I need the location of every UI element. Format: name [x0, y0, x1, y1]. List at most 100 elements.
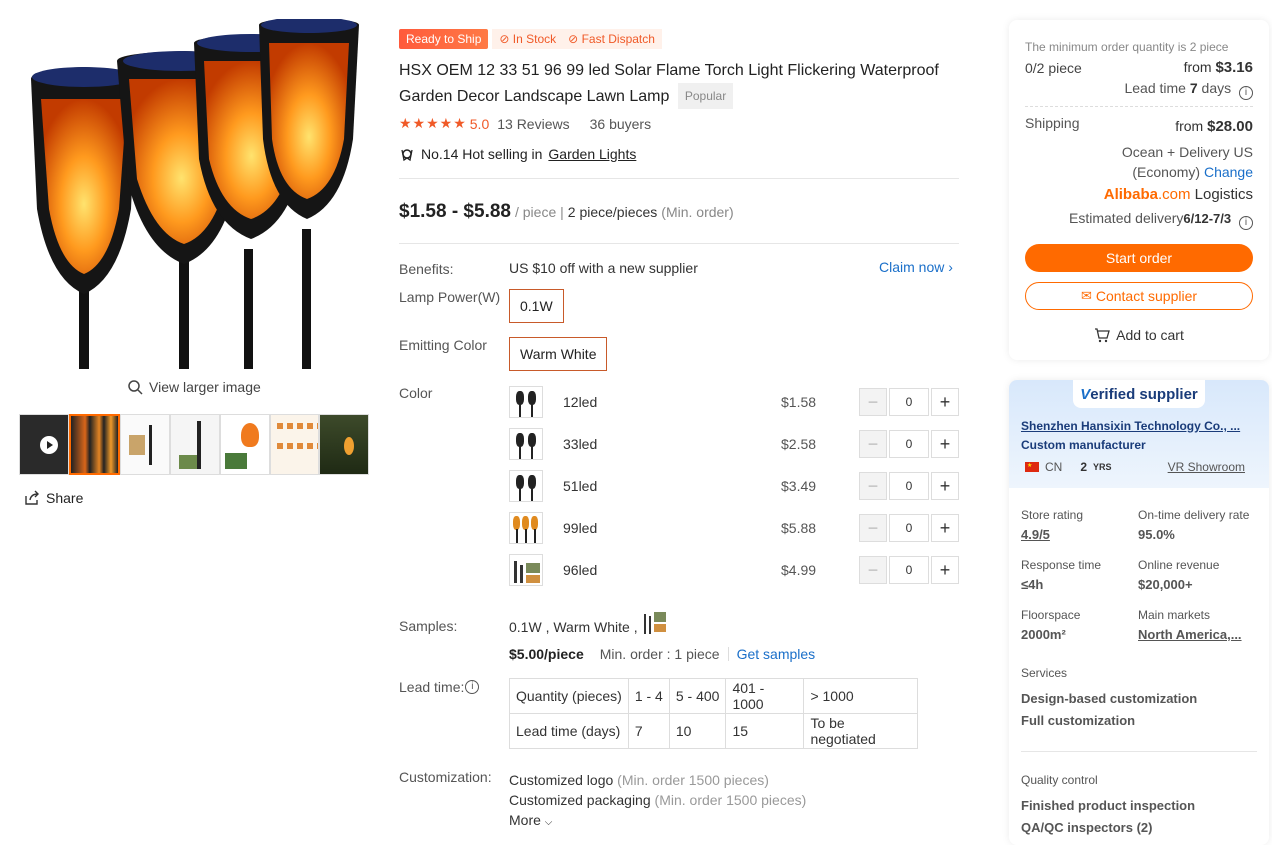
- thumbnail-variants[interactable]: [269, 414, 320, 475]
- start-order-button[interactable]: Start order: [1025, 244, 1253, 272]
- variant-thumbnail[interactable]: [509, 470, 543, 502]
- services-label: Services: [1021, 666, 1068, 680]
- decrement-button[interactable]: −: [859, 556, 887, 584]
- badge-row: Ready to Ship ⊘ In Stock ⊘ Fast Dispatch: [399, 29, 959, 49]
- thumbnail-flame[interactable]: [219, 414, 270, 475]
- variant-thumbnail[interactable]: [509, 428, 543, 460]
- table-cell: 7: [627, 713, 670, 749]
- color-label: Color: [399, 385, 433, 401]
- from-label: from: [1175, 118, 1204, 134]
- shipping-label: Shipping: [1025, 115, 1080, 131]
- divider: [399, 243, 959, 244]
- customization-label: Customization:: [399, 769, 492, 785]
- emitting-color-label: Emitting Color: [399, 337, 487, 353]
- decrement-button[interactable]: −: [859, 472, 887, 500]
- claim-now-link[interactable]: Claim now ›: [879, 259, 953, 275]
- vr-showroom-link[interactable]: VR Showroom: [1168, 460, 1245, 474]
- decrement-button[interactable]: −: [859, 430, 887, 458]
- star-rating-icons: ★★★★★: [399, 115, 467, 131]
- info-icon[interactable]: i: [1239, 216, 1253, 230]
- share-button[interactable]: Share: [24, 490, 83, 506]
- stat-label: Main markets: [1138, 608, 1211, 622]
- logistics-label: Logistics: [1194, 186, 1253, 203]
- video-thumbnail[interactable]: [19, 414, 69, 475]
- thumbnail-assembly[interactable]: [120, 414, 171, 475]
- increment-button[interactable]: +: [931, 514, 959, 542]
- shipping-method-line: (Economy) Change: [1122, 162, 1253, 182]
- increment-button[interactable]: +: [931, 556, 959, 584]
- get-samples-link[interactable]: Get samples: [737, 646, 816, 662]
- main-product-image[interactable]: [19, 19, 369, 369]
- fast-dispatch-badge: ⊘ Fast Dispatch: [568, 32, 655, 46]
- info-icon[interactable]: i: [465, 680, 480, 694]
- info-icon[interactable]: i: [1239, 86, 1253, 100]
- from-price-row: from $3.16: [1184, 59, 1253, 76]
- decrement-button[interactable]: −: [859, 514, 887, 542]
- variant-name: 33led: [563, 436, 598, 452]
- table-cell: Quantity (pieces): [509, 678, 629, 714]
- buyers-count: 36 buyers: [589, 115, 652, 132]
- decrement-button[interactable]: −: [859, 388, 887, 416]
- reviews-link[interactable]: 13 Reviews: [497, 116, 569, 132]
- color-variant-row: 33led $2.58 − 0 +: [509, 428, 959, 460]
- add-to-cart-button[interactable]: Add to cart: [1009, 327, 1269, 343]
- popular-tag: Popular: [677, 83, 734, 109]
- variant-price: $4.99: [781, 562, 817, 578]
- thumbnail-parts[interactable]: [170, 414, 220, 475]
- store-rating-value[interactable]: 4.9/5: [1021, 527, 1050, 542]
- quantity-input[interactable]: 0: [889, 556, 929, 584]
- quantity-stepper: − 0 +: [859, 556, 959, 584]
- verified-label: erified supplier: [1090, 385, 1198, 403]
- min-order-label: (Min. order): [661, 204, 734, 220]
- share-icon: [25, 490, 39, 505]
- ranking-icon: [401, 149, 413, 162]
- quantity-input[interactable]: 0: [889, 388, 929, 416]
- emitting-color-option[interactable]: Warm White: [509, 337, 608, 371]
- variant-name: 12led: [563, 394, 598, 410]
- view-larger-image-link[interactable]: View larger image: [127, 379, 261, 395]
- alibaba-com-text: .com: [1157, 186, 1191, 203]
- magnifier-icon: [128, 380, 143, 395]
- variant-thumbnail[interactable]: [509, 554, 543, 586]
- hot-category-link[interactable]: Garden Lights: [548, 146, 636, 162]
- quantity-input[interactable]: 0: [889, 514, 929, 542]
- quantity-input[interactable]: 0: [889, 430, 929, 458]
- min-order-qty: 2 piece/pieces: [567, 204, 658, 220]
- increment-button[interactable]: +: [931, 388, 959, 416]
- play-icon: [40, 436, 58, 454]
- stat-value: 95.0%: [1138, 527, 1175, 542]
- product-gallery: [19, 19, 369, 369]
- product-title-text: HSX OEM 12 33 51 96 99 led Solar Flame T…: [399, 62, 939, 105]
- separator: [727, 647, 729, 661]
- increment-button[interactable]: +: [931, 472, 959, 500]
- thumbnail-torches[interactable]: [68, 414, 121, 475]
- variant-thumbnail[interactable]: [509, 512, 543, 544]
- stat-value: $20,000+: [1138, 577, 1193, 592]
- divider: [1025, 106, 1253, 107]
- more-link[interactable]: More ⌵: [509, 810, 806, 833]
- supplier-name-link[interactable]: Shenzhen Hansixin Technology Co., ...: [1021, 419, 1240, 433]
- variant-name: 99led: [563, 520, 598, 536]
- increment-button[interactable]: +: [931, 430, 959, 458]
- lamp-power-option[interactable]: 0.1W: [509, 289, 564, 323]
- est-delivery-label: Estimated delivery: [1069, 210, 1184, 226]
- table-cell: To be negotiated: [803, 713, 919, 749]
- more-label: More: [509, 812, 541, 828]
- quantity-input[interactable]: 0: [889, 472, 929, 500]
- custom-logo: Customized logo: [509, 772, 614, 788]
- check-circle-icon: ⊘: [499, 32, 510, 46]
- table-cell: 15: [725, 713, 805, 749]
- stat-label: Floorspace: [1021, 608, 1081, 622]
- years-unit: YRS: [1093, 462, 1112, 472]
- main-markets-value[interactable]: North America,...: [1138, 627, 1242, 642]
- contact-supplier-button[interactable]: ✉ Contact supplier: [1025, 282, 1253, 310]
- shipping-price-row: from $28.00: [1175, 118, 1253, 135]
- change-shipping-link[interactable]: Change: [1204, 164, 1253, 180]
- price-row: $1.58 - $5.88 / piece | 2 piece/pieces (…: [399, 201, 734, 223]
- verified-v-logo: V: [1080, 385, 1091, 403]
- from-price: $3.16: [1215, 59, 1253, 76]
- stat-label: Online revenue: [1138, 558, 1220, 572]
- supplier-type: Custom manufacturer: [1021, 438, 1146, 452]
- thumbnail-garden[interactable]: [319, 414, 370, 475]
- variant-thumbnail[interactable]: [509, 386, 543, 418]
